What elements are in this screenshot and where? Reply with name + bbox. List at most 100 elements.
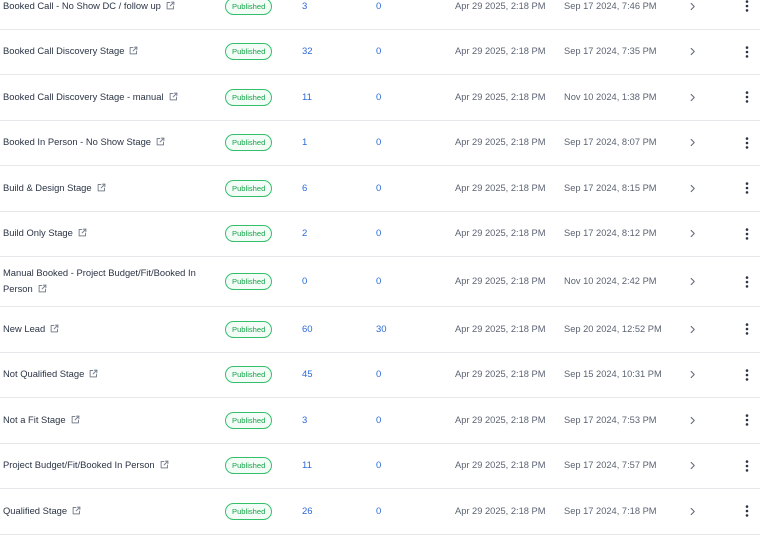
external-link-icon[interactable] (78, 226, 87, 242)
chevron-right-icon[interactable] (689, 229, 696, 238)
more-vertical-icon[interactable] (745, 505, 749, 517)
status-badge[interactable]: Published (225, 273, 273, 290)
external-link-icon[interactable] (71, 413, 80, 429)
count-a[interactable]: 6 (302, 166, 307, 211)
chevron-right-icon[interactable] (689, 93, 696, 102)
chevron-right-icon[interactable] (689, 184, 696, 193)
workflow-name[interactable]: Build & Design Stage (3, 180, 106, 197)
external-link-icon[interactable] (50, 322, 59, 338)
count-b[interactable]: 0 (376, 30, 381, 75)
status-badge[interactable]: Published (225, 0, 273, 15)
status-badge[interactable]: Published (225, 502, 273, 520)
count-b[interactable]: 0 (376, 166, 381, 211)
chevron-right-icon[interactable] (689, 507, 696, 516)
external-link-icon[interactable] (38, 282, 47, 298)
more-vertical-icon[interactable] (745, 228, 749, 240)
count-b[interactable]: 0 (376, 0, 381, 29)
chevron-right-icon[interactable] (689, 370, 696, 379)
count-a[interactable]: 2 (302, 212, 307, 257)
external-link-icon[interactable] (89, 367, 98, 383)
workflow-name[interactable]: Booked Call Discovery Stage (3, 43, 138, 60)
status-badge[interactable]: Published (225, 225, 273, 243)
count-b[interactable]: 30 (376, 307, 387, 352)
table-row[interactable]: Build Only Stage Published 2 0 Apr 29 20… (0, 212, 760, 257)
external-link-icon[interactable] (72, 504, 81, 520)
count-a[interactable]: 3 (302, 398, 307, 443)
status-badge[interactable]: Published (225, 134, 273, 152)
workflow-name[interactable]: Not Qualified Stage (3, 366, 98, 383)
count-b[interactable]: 0 (376, 489, 381, 534)
count-a[interactable]: 3 (302, 0, 307, 29)
chevron-right-icon[interactable] (689, 416, 696, 425)
created-date: Sep 17 2024, 7:57 PM (564, 444, 664, 489)
count-b[interactable]: 0 (376, 257, 381, 306)
external-link-icon[interactable] (129, 44, 138, 60)
more-vertical-icon[interactable] (745, 182, 749, 194)
more-vertical-icon[interactable] (745, 91, 749, 103)
status-badge[interactable]: Published (225, 179, 273, 197)
table-row[interactable]: Manual Booked - Project Budget/Fit/Booke… (0, 257, 760, 307)
chevron-right-icon[interactable] (689, 138, 696, 147)
chevron-right-icon[interactable] (689, 47, 696, 56)
updated-date-text: Apr 29 2025, 2:18 PM (455, 460, 546, 470)
external-link-icon[interactable] (156, 135, 165, 151)
workflow-name[interactable]: Project Budget/Fit/Booked In Person (3, 457, 169, 474)
chevron-right-icon[interactable] (689, 277, 696, 286)
workflow-name[interactable]: Booked Call - No Show DC / follow up (3, 0, 175, 15)
external-link-icon[interactable] (169, 90, 178, 106)
table-row[interactable]: Project Budget/Fit/Booked In Person Publ… (0, 444, 760, 489)
status-badge[interactable]: Published (225, 411, 273, 429)
status-badge[interactable]: Published (225, 366, 273, 384)
count-a[interactable]: 0 (302, 257, 307, 306)
workflow-name[interactable]: Not a Fit Stage (3, 412, 80, 429)
count-b[interactable]: 0 (376, 212, 381, 257)
table-row[interactable]: Booked Call Discovery Stage Published 32… (0, 30, 760, 75)
workflow-name[interactable]: New Lead (3, 321, 59, 338)
table-row[interactable]: Booked In Person - No Show Stage Publish… (0, 121, 760, 166)
count-b[interactable]: 0 (376, 121, 381, 166)
status-badge[interactable]: Published (225, 88, 273, 106)
external-link-icon[interactable] (166, 0, 175, 15)
external-link-icon[interactable] (97, 181, 106, 197)
external-link-icon[interactable] (160, 458, 169, 474)
more-vertical-icon[interactable] (745, 137, 749, 149)
chevron-right-icon[interactable] (689, 325, 696, 334)
count-b[interactable]: 0 (376, 75, 381, 120)
more-vertical-icon[interactable] (745, 460, 749, 472)
more-vertical-icon[interactable] (745, 369, 749, 381)
count-a[interactable]: 26 (302, 489, 313, 534)
table-row[interactable]: Qualified Stage Published 26 0 Apr 29 20… (0, 489, 760, 535)
more-vertical-icon[interactable] (745, 414, 749, 426)
more-vertical-icon[interactable] (745, 0, 749, 12)
table-row[interactable]: Booked Call - No Show DC / follow up Pub… (0, 0, 760, 30)
table-row[interactable]: Build & Design Stage Published 6 0 Apr 2… (0, 166, 760, 212)
status-badge[interactable]: Published (225, 320, 273, 338)
status-cell: Published (225, 398, 273, 443)
more-vertical-icon[interactable] (745, 275, 749, 288)
count-a[interactable]: 45 (302, 353, 313, 398)
more-vertical-icon[interactable] (745, 323, 749, 335)
count-a[interactable]: 1 (302, 121, 307, 166)
count-b[interactable]: 0 (376, 444, 381, 489)
table-row[interactable]: Not a Fit Stage Published 3 0 Apr 29 202… (0, 398, 760, 444)
table-row[interactable]: New Lead Published 60 30 Apr 29 2025, 2:… (0, 307, 760, 353)
chevron-right-icon[interactable] (689, 2, 696, 11)
count-a[interactable]: 11 (302, 444, 312, 489)
status-badge[interactable]: Published (225, 457, 273, 475)
more-vertical-icon[interactable] (745, 46, 749, 58)
workflow-name[interactable]: Qualified Stage (3, 503, 81, 520)
workflow-name[interactable]: Build Only Stage (3, 225, 87, 242)
count-a[interactable]: 32 (302, 30, 313, 75)
table-row[interactable]: Booked Call Discovery Stage - manual Pub… (0, 75, 760, 121)
count-a[interactable]: 60 (302, 307, 313, 352)
workflow-name[interactable]: Booked Call Discovery Stage - manual (3, 89, 178, 106)
count-b[interactable]: 0 (376, 353, 381, 398)
status-badge[interactable]: Published (225, 43, 273, 61)
workflow-name[interactable]: Manual Booked - Project Budget/Fit/Booke… (3, 265, 208, 298)
count-b[interactable]: 0 (376, 398, 381, 443)
chevron-right-icon[interactable] (689, 461, 696, 470)
count-a[interactable]: 11 (302, 75, 312, 120)
table-row[interactable]: Not Qualified Stage Published 45 0 Apr 2… (0, 353, 760, 398)
workflow-name[interactable]: Booked In Person - No Show Stage (3, 134, 165, 151)
updated-date-text: Apr 29 2025, 2:18 PM (455, 228, 546, 238)
